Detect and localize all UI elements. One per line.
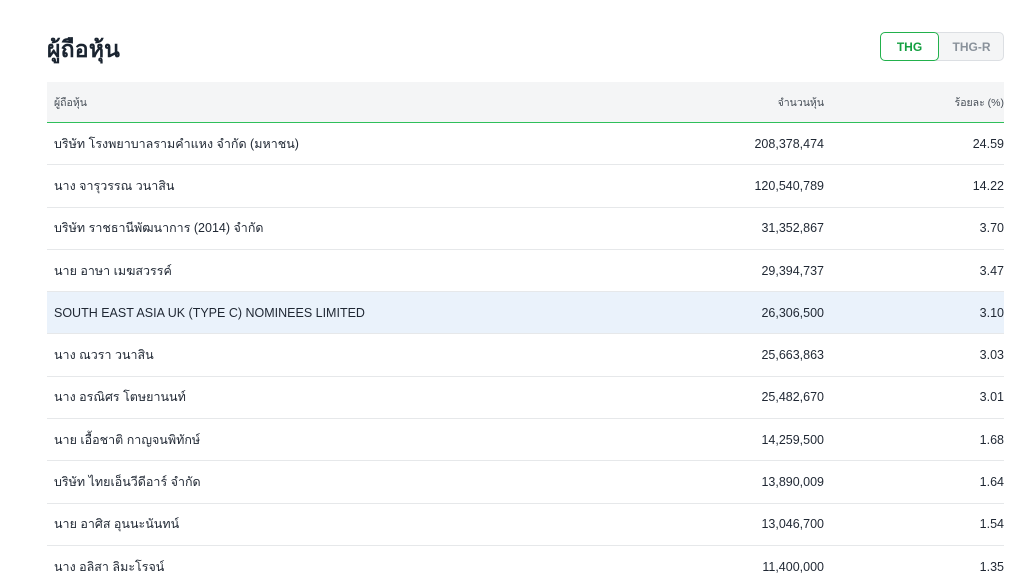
share-percent: 3.01 xyxy=(979,390,1004,405)
table-row: นาง อลิสา ลิมะโรจน์ 11,400,000 1.35 xyxy=(47,546,1004,584)
share-percent: 1.35 xyxy=(979,559,1004,574)
shareholder-name: นาย เอื้อชาติ กาญจนพิทักษ์ xyxy=(54,432,201,447)
table-row: นาง จารุวรรณ วนาสิน 120,540,789 14.22 xyxy=(47,165,1004,208)
share-count: 120,540,789 xyxy=(754,178,824,193)
shareholder-name: SOUTH EAST ASIA UK (TYPE C) NOMINEES LIM… xyxy=(54,305,365,320)
share-count: 208,378,474 xyxy=(754,136,824,151)
shareholder-name: นาง อลิสา ลิมะโรจน์ xyxy=(54,559,165,574)
share-count: 31,352,867 xyxy=(761,221,824,236)
page-title: ผู้ถือหุ้น xyxy=(47,36,121,62)
page-header: ผู้ถือหุ้น THG THG-R xyxy=(47,30,1004,64)
table-row: นาง ณวรา วนาสิน 25,663,863 3.03 xyxy=(47,334,1004,377)
share-percent: 1.68 xyxy=(979,432,1004,447)
table-row: นาย อาศิส อุนนะนันทน์ 13,046,700 1.54 xyxy=(47,504,1004,546)
share-count: 26,306,500 xyxy=(761,305,824,320)
table-header: ผู้ถือหุ้น จำนวนหุ้น ร้อยละ (%) xyxy=(47,82,1004,123)
share-count: 14,259,500 xyxy=(761,432,824,447)
table-row-hovered: SOUTH EAST ASIA UK (TYPE C) NOMINEES LIM… xyxy=(47,292,1004,335)
shareholders-table: ผู้ถือหุ้น จำนวนหุ้น ร้อยละ (%) บริษัท โ… xyxy=(47,82,1004,584)
shareholder-name: บริษัท ไทยเอ็นวีดีอาร์ จำกัด xyxy=(54,475,201,490)
column-header-shareholder: ผู้ถือหุ้น xyxy=(54,96,87,109)
shareholders-page: ผู้ถือหุ้น THG THG-R ผู้ถือหุ้น จำนวนหุ้… xyxy=(0,0,1024,584)
share-percent: 24.59 xyxy=(972,136,1004,151)
table-row: บริษัท โรงพยาบาลรามคำแหง จำกัด (มหาชน) 2… xyxy=(47,123,1004,166)
shareholder-name: บริษัท ราชธานีพัฒนาการ (2014) จำกัด xyxy=(54,221,264,236)
share-percent: 3.70 xyxy=(979,221,1004,236)
share-percent: 3.10 xyxy=(979,305,1004,320)
shareholder-name: บริษัท โรงพยาบาลรามคำแหง จำกัด (มหาชน) xyxy=(54,136,299,151)
table-row: นาง อรณิศร โตษยานนท์ 25,482,670 3.01 xyxy=(47,377,1004,420)
column-header-shares: จำนวนหุ้น xyxy=(777,96,824,109)
share-count: 11,400,000 xyxy=(762,559,824,574)
share-count: 25,663,863 xyxy=(761,348,824,363)
table-row: บริษัท ราชธานีพัฒนาการ (2014) จำกัด 31,3… xyxy=(47,208,1004,250)
shareholder-name: นาง อรณิศร โตษยานนท์ xyxy=(54,390,186,405)
shareholder-name: นาย อาศิส อุนนะนันทน์ xyxy=(54,517,180,532)
shareholder-name: นาย อาษา เมฆสวรรค์ xyxy=(54,263,172,278)
table-row: บริษัท ไทยเอ็นวีดีอาร์ จำกัด 13,890,009 … xyxy=(47,461,1004,504)
shareholder-name: นาง จารุวรรณ วนาสิน xyxy=(54,178,175,193)
shareholder-name: นาง ณวรา วนาสิน xyxy=(54,348,154,363)
share-count: 13,046,700 xyxy=(761,517,824,532)
tab-thg[interactable]: THG xyxy=(880,32,939,61)
table-row: นาย อาษา เมฆสวรรค์ 29,394,737 3.47 xyxy=(47,250,1004,293)
share-count: 29,394,737 xyxy=(761,263,824,278)
share-percent: 1.54 xyxy=(979,517,1004,532)
column-header-percent: ร้อยละ (%) xyxy=(954,96,1004,109)
tab-thg-r[interactable]: THG-R xyxy=(936,32,1004,61)
share-percent: 1.64 xyxy=(979,475,1004,490)
share-percent: 3.47 xyxy=(979,263,1004,278)
share-count: 13,890,009 xyxy=(761,475,824,490)
share-percent: 3.03 xyxy=(979,348,1004,363)
share-percent: 14.22 xyxy=(972,178,1004,193)
share-count: 25,482,670 xyxy=(761,390,824,405)
table-row: นาย เอื้อชาติ กาญจนพิทักษ์ 14,259,500 1.… xyxy=(47,419,1004,462)
symbol-tabs: THG THG-R xyxy=(880,32,1004,61)
